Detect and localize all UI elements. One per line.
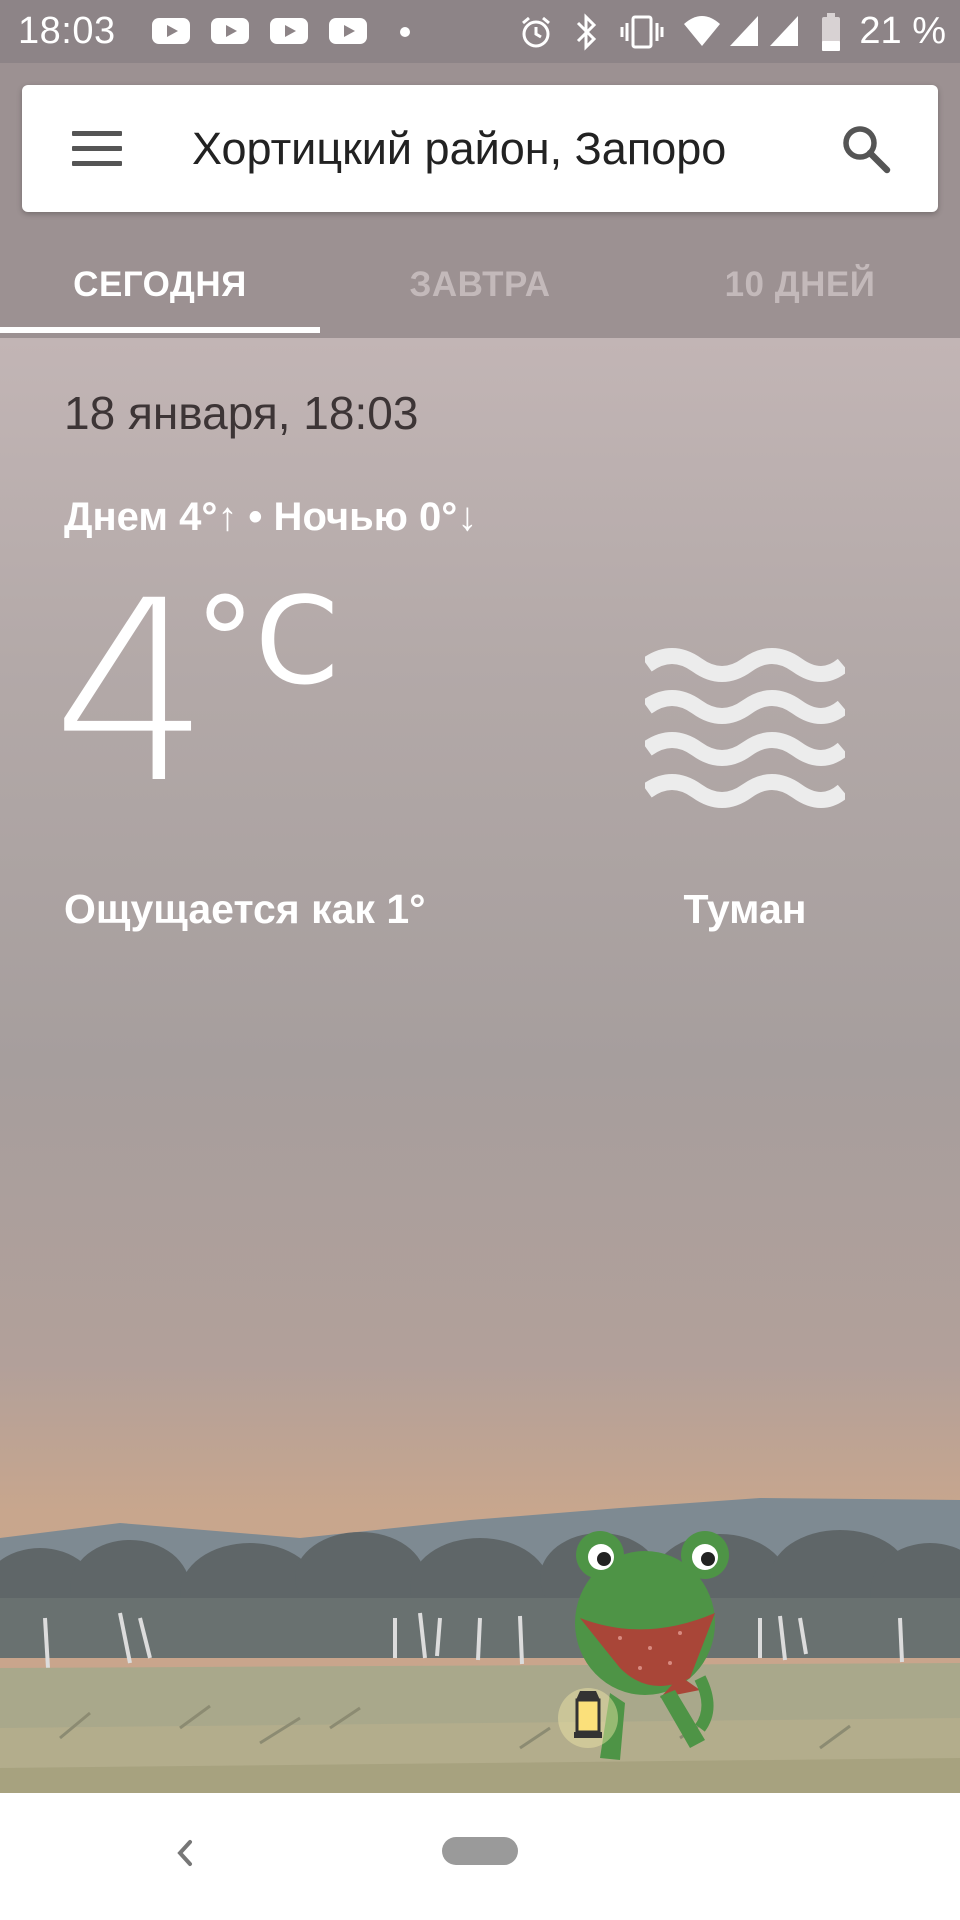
weather-condition: Туман (683, 886, 807, 932)
menu-icon[interactable] (72, 131, 122, 167)
signal-icon (730, 16, 758, 46)
date-time: 18 января, 18:03 (64, 387, 419, 439)
status-bar: 18:03 21 % (0, 0, 960, 63)
signal-icon (770, 16, 798, 46)
feels-like: Ощущается как 1° (64, 886, 426, 932)
back-button[interactable] (160, 1828, 210, 1878)
home-button[interactable] (442, 1837, 518, 1865)
fog-icon (645, 648, 845, 808)
current-temperature: 4 (52, 547, 212, 838)
tab-today[interactable]: СЕГОДНЯ (0, 233, 320, 337)
location-text[interactable]: Хортицкий район, Запоро (192, 123, 822, 175)
dot-icon (400, 27, 410, 37)
tab-tomorrow[interactable]: ЗАВТРА (320, 233, 640, 337)
vibrate-icon (620, 15, 664, 49)
tab-bar: СЕГОДНЯ ЗАВТРА 10 ДНЕЙ (0, 233, 960, 337)
high-low-temp: Днем 4°↑ • Ночью 0°↓ (64, 495, 478, 539)
tab-indicator (0, 327, 320, 333)
wifi-icon (684, 16, 720, 46)
navigation-bar (0, 1793, 960, 1920)
status-time: 18:03 (18, 10, 116, 52)
alarm-icon (522, 16, 550, 48)
battery-icon (822, 13, 840, 51)
youtube-icon (152, 18, 190, 44)
tab-10-days[interactable]: 10 ДНЕЙ (640, 233, 960, 337)
youtube-icon (211, 18, 249, 44)
youtube-icon (270, 18, 308, 44)
scene-illustration (0, 1498, 960, 1793)
weather-main: Хортицкий район, Запоро СЕГОДНЯ ЗАВТРА 1… (0, 63, 960, 1793)
youtube-icon (329, 18, 367, 44)
lantern (558, 1688, 618, 1748)
temperature-unit: °C (195, 573, 339, 712)
bluetooth-icon (576, 13, 597, 51)
search-bar[interactable]: Хортицкий район, Запоро (22, 85, 938, 212)
battery-percent: 21 % (859, 10, 946, 52)
search-icon[interactable] (840, 123, 892, 175)
